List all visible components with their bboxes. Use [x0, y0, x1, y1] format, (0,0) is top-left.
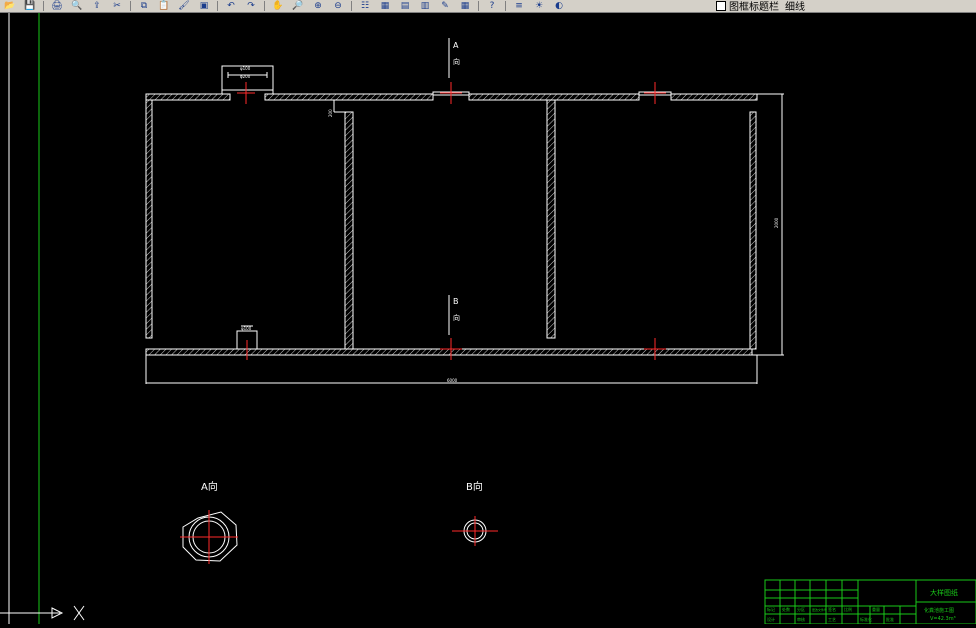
titleblock-standard: 标准化	[860, 616, 872, 622]
titleblock-review: 审核	[797, 616, 805, 622]
layer-color-swatch	[716, 0, 726, 11]
titleblock-row-5: 签名	[828, 606, 836, 612]
titleblock-design: 设计	[767, 616, 775, 622]
layer-control[interactable]: 图框标题栏 细线	[716, 0, 805, 13]
markup-icon[interactable]: ✎	[438, 1, 452, 11]
dim-overall-height: 2000	[774, 217, 779, 228]
drawing-canvas[interactable]: A 向 B 向 φ100 φ200 φ100 6000 2000 200 A向 …	[0, 13, 976, 625]
titleblock-row-2: 处数	[782, 606, 790, 612]
sheet-set-icon[interactable]: ▥	[418, 1, 432, 11]
undo-icon[interactable]: ↶	[224, 1, 238, 11]
help-icon[interactable]: ?	[485, 1, 499, 11]
centerlines	[237, 82, 666, 360]
toolbar-separator	[478, 1, 479, 11]
view-a-marker-dir: 向	[453, 57, 460, 66]
view-a-marker: A	[453, 41, 459, 50]
toolbar-separator	[505, 1, 506, 11]
save-icon[interactable]: 💾	[23, 1, 37, 11]
titleblock-scale: 比例	[844, 606, 852, 612]
titleblock-row-3: 分区	[797, 606, 805, 612]
titleblock-row-1: 标记	[767, 606, 775, 612]
toolbar-separator	[264, 1, 265, 11]
titleblock-weight: 重量	[872, 606, 880, 612]
tool-palette-icon[interactable]: ▤	[398, 1, 412, 11]
plot-icon[interactable]: 🖨	[50, 1, 64, 11]
copy-icon[interactable]: ⧉	[137, 1, 151, 11]
dim-manhole-outer: φ100	[240, 66, 251, 71]
match-icon[interactable]: 🖌	[177, 1, 191, 11]
toolbar-separator	[351, 1, 352, 11]
toolbar-separator	[217, 1, 218, 11]
design-center-icon[interactable]: ▦	[378, 1, 392, 11]
toolbar-separator	[43, 1, 44, 11]
titleblock-project: 化粪池施工图	[924, 607, 954, 614]
titleblock-approve: 批准	[886, 616, 894, 622]
titleblock-process: 工艺	[828, 617, 836, 622]
linetype-label: 细线	[785, 2, 805, 13]
view-b-marker-dir: 向	[453, 313, 460, 322]
open-icon[interactable]: 📂	[3, 1, 17, 11]
view-b-marker: B	[453, 297, 459, 306]
view-b-detail[interactable]	[452, 516, 498, 546]
publish-icon[interactable]: ⇪	[90, 1, 104, 11]
dim-manhole-inner: φ200	[240, 74, 251, 79]
preview-icon[interactable]: 🔍	[70, 1, 84, 11]
titleblock-volume: V=42.3m³	[930, 616, 956, 622]
redo-icon[interactable]: ↷	[244, 1, 258, 11]
calc-icon[interactable]: ▦	[458, 1, 472, 11]
layer-prev-icon[interactable]: ◐	[552, 1, 566, 11]
dim-overall-width: 6000	[447, 378, 458, 383]
ucs-icon	[0, 605, 85, 621]
pan-icon[interactable]: ✋	[271, 1, 285, 11]
titleblock-title: 大样图纸	[930, 588, 958, 597]
layer-manager-icon[interactable]: ≡	[512, 1, 526, 11]
standard-toolbar: 📂 💾 🖨 🔍 ⇪ ✂ ⧉ 📋 🖌 ▣ ↶ ↷ ✋ 🔎 ⊕ ⊖ ☷ ▦ ▤ ▥ …	[0, 0, 976, 13]
toolbar-separator	[130, 1, 131, 11]
block-icon[interactable]: ▣	[197, 1, 211, 11]
dim-bottom-manhole: φ100	[241, 326, 252, 331]
model-space[interactable]: A 向 B 向 φ100 φ200 φ100 6000 2000 200 A向 …	[0, 13, 976, 625]
zoom-window-icon[interactable]: ⊕	[311, 1, 325, 11]
tank-section[interactable]	[145, 65, 784, 384]
layer-state-icon[interactable]: ☀	[532, 1, 546, 11]
cut-icon[interactable]: ✂	[110, 1, 124, 11]
zoom-realtime-icon[interactable]: 🔎	[291, 1, 305, 11]
view-a-title: A向	[201, 480, 218, 493]
view-a-detail[interactable]	[180, 510, 238, 564]
titleblock-row-4: 更改文件号	[812, 607, 827, 612]
dim-top-gap: 200	[328, 109, 333, 117]
properties-icon[interactable]: ☷	[358, 1, 372, 11]
zoom-previous-icon[interactable]: ⊖	[331, 1, 345, 11]
view-b-title: B向	[466, 480, 483, 493]
layer-name: 图框标题栏	[729, 2, 779, 13]
paste-icon[interactable]: 📋	[157, 1, 171, 11]
